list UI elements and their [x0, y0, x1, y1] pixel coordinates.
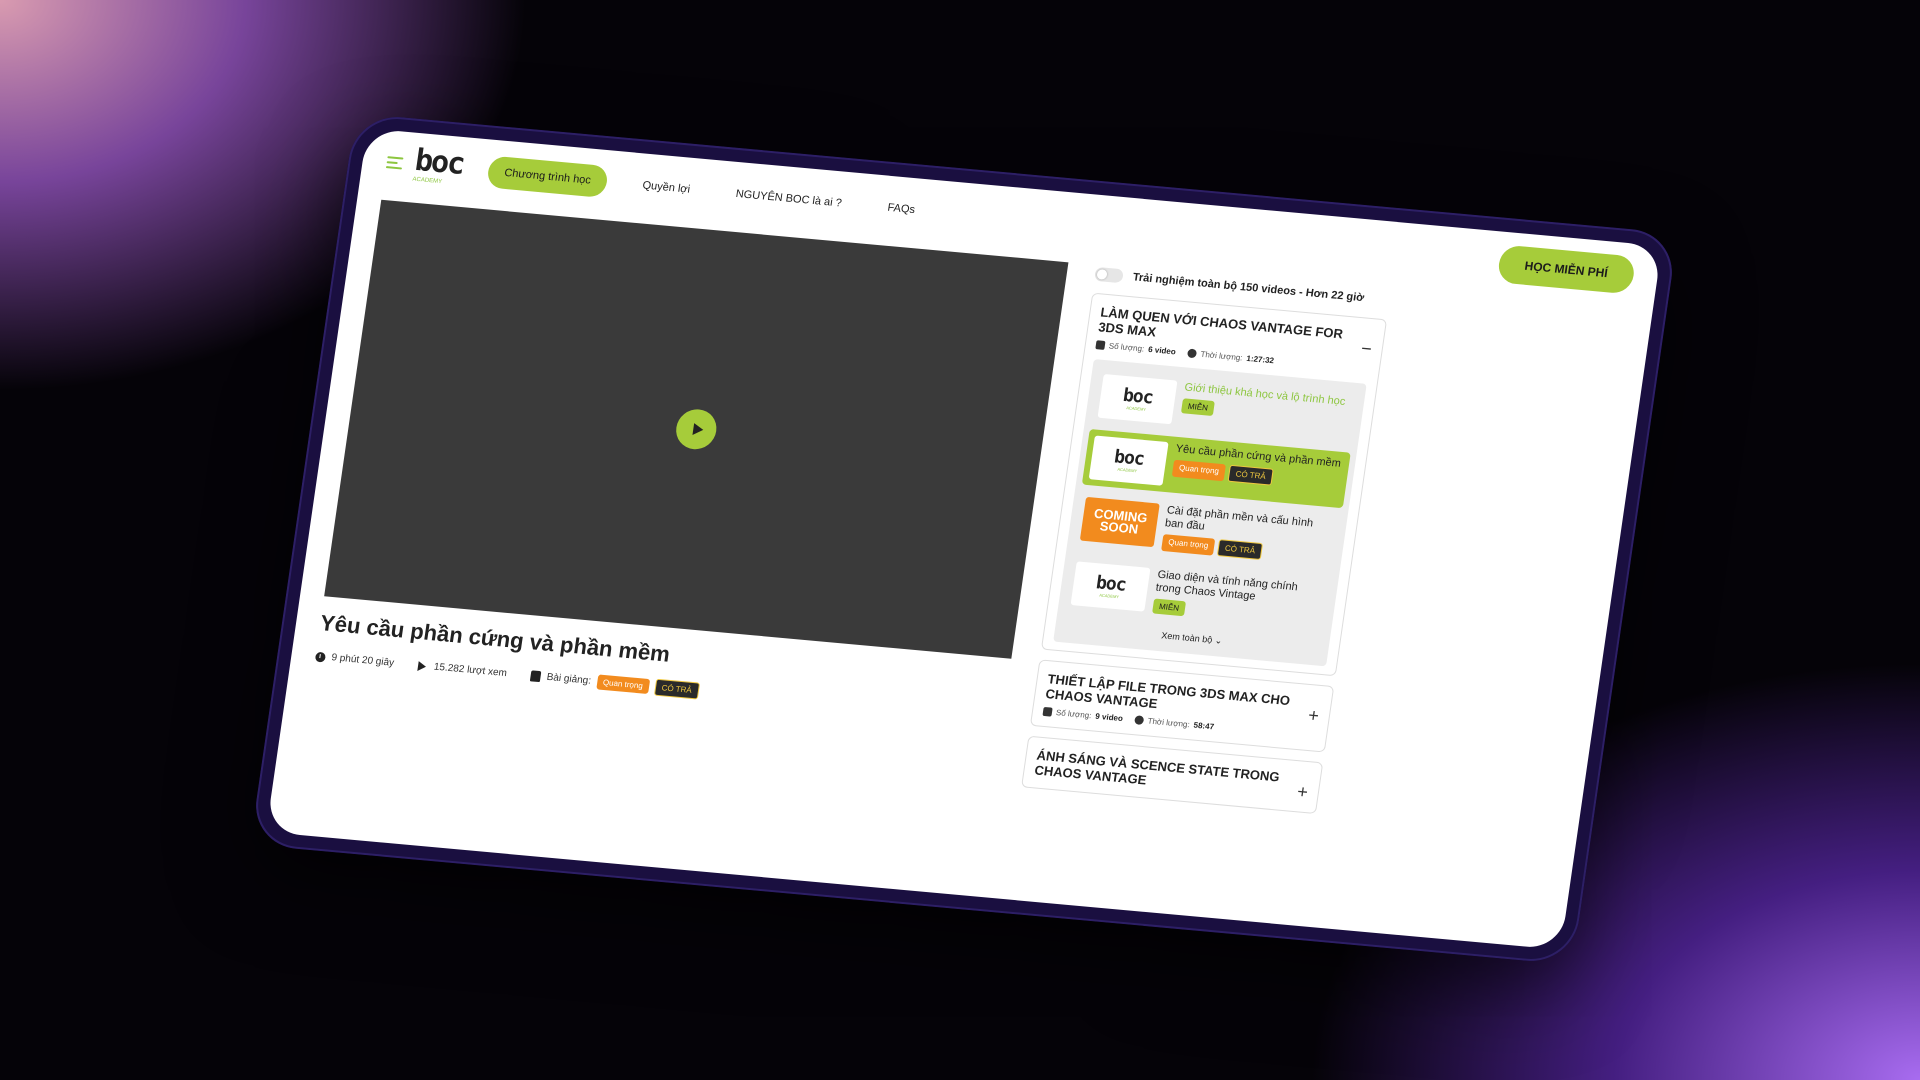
count-label: Số lượng:	[1108, 341, 1145, 354]
tag-free: MIỄN	[1180, 398, 1215, 417]
lesson-thumbnail: boc ACADEMY	[1070, 561, 1151, 612]
lesson-list: boc ACADEMY Giới thiệu khá học và lộ trì…	[1053, 359, 1367, 667]
logo-text: boc	[412, 142, 466, 182]
duration-text: 9 phút 20 giây	[330, 652, 395, 669]
all-videos-toggle[interactable]	[1094, 266, 1124, 284]
section-title: ÁNH SÁNG VÀ SCENCE STATE TRONG CHAOS VAN…	[1033, 747, 1281, 788]
video-count-icon	[1042, 706, 1053, 717]
video-count-icon	[1095, 340, 1106, 350]
expand-icon[interactable]: +	[1307, 705, 1320, 727]
nav-item-about[interactable]: NGUYÊN BOC là ai ?	[724, 179, 854, 218]
count-value: 9 video	[1094, 711, 1124, 724]
expand-icon[interactable]: +	[1296, 781, 1309, 803]
video-player[interactable]	[324, 199, 1069, 659]
logo-subtext: ACADEMY	[412, 176, 443, 186]
coming-soon-text: COMING SOON	[1093, 505, 1149, 537]
views: 15.282 lượt xem	[417, 660, 508, 679]
coming-soon-thumbnail: COMING SOON	[1079, 496, 1160, 548]
lesson-thumbnail: boc ACADEMY	[1088, 435, 1169, 486]
course-panel: Trải nghiệm toàn bộ 150 videos - Hơn 22 …	[1021, 266, 1391, 815]
time-label: Thời lượng:	[1147, 716, 1191, 730]
views-icon	[417, 660, 427, 672]
thumb-logo-sub: ACADEMY	[1117, 466, 1138, 473]
play-icon	[691, 423, 704, 436]
free-learn-button[interactable]: HỌC MIỄN PHÍ	[1496, 244, 1637, 295]
thumb-logo-sub: ACADEMY	[1099, 592, 1120, 599]
thumb-logo-sub: ACADEMY	[1126, 404, 1147, 412]
logo[interactable]: boc ACADEMY	[412, 142, 466, 187]
tag-important: Quan trọng	[1161, 534, 1216, 556]
nav-item-benefits[interactable]: Quyền lợi	[631, 171, 702, 205]
teacher-icon	[529, 670, 542, 683]
lecture: Bài giảng: Quan trọng CÓ TRẢ	[529, 667, 700, 700]
clock-icon	[314, 651, 327, 663]
tag-paid: CÓ TRẢ	[653, 678, 700, 700]
count-label: Số lượng:	[1055, 708, 1093, 721]
views-text: 15.282 lượt xem	[433, 661, 508, 680]
tag-paid: CÓ TRẢ	[1227, 464, 1274, 486]
collapse-icon[interactable]: −	[1360, 338, 1373, 360]
play-button[interactable]	[673, 407, 720, 451]
duration-icon	[1134, 715, 1145, 725]
count-value: 6 video	[1147, 344, 1177, 357]
time-value: 1:27:32	[1245, 353, 1275, 366]
hamburger-menu-icon[interactable]	[385, 156, 404, 170]
tablet-device: boc ACADEMY Chương trình học Quyền lợi N…	[250, 113, 1678, 965]
nav-item-curriculum[interactable]: Chương trình học	[486, 155, 610, 199]
section-2[interactable]: THIẾT LẬP FILE TRONG 3DS MAX CHO CHAOS V…	[1029, 659, 1335, 753]
screen: boc ACADEMY Chương trình học Quyền lợi N…	[265, 128, 1663, 950]
nav-item-faqs[interactable]: FAQs	[876, 193, 927, 225]
lecture-label: Bài giảng:	[545, 671, 592, 687]
tag-paid: CÓ TRẢ	[1216, 539, 1264, 560]
time-value: 58:47	[1193, 720, 1215, 732]
tag-free: MIỄN	[1152, 598, 1187, 617]
background: boc ACADEMY Chương trình học Quyền lợi N…	[0, 0, 1920, 1080]
tag-important: Quan trọng	[1171, 459, 1227, 482]
see-all-label: Xem toàn bộ	[1160, 630, 1213, 645]
lesson-thumbnail: boc ACADEMY	[1097, 373, 1178, 425]
duration: 9 phút 20 giây	[314, 651, 395, 669]
section-1: LÀM QUEN VỚI CHAOS VANTAGE FOR 3DS MAX −…	[1040, 292, 1388, 677]
chevron-down-icon: ⌄	[1214, 635, 1224, 646]
duration-icon	[1186, 348, 1198, 359]
time-label: Thời lượng:	[1199, 349, 1244, 363]
tag-important: Quan trọng	[595, 674, 650, 694]
